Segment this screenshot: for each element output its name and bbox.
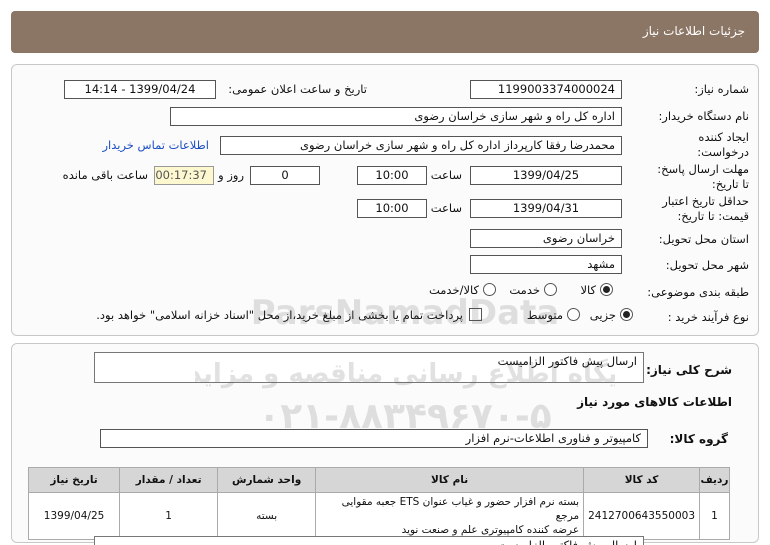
reply-deadline-label-line1: مهلت ارسال پاسخ:	[657, 162, 749, 176]
col-unit-header: واحد شمارش	[217, 467, 317, 493]
treasury-payment-note: پرداخت تمام یا بخشی از مبلغ خرید،از محل …	[96, 308, 463, 322]
category-goods-service-label: کالا/خدمت	[428, 283, 479, 297]
summary-field: ارسال پیش فاکتور الزامیست	[94, 352, 644, 383]
buyer-contact-link[interactable]: اطلاعات تماس خریدار	[102, 138, 209, 152]
days-label: روز و	[218, 168, 244, 182]
remaining-time-field: 00:17:37	[154, 166, 214, 185]
col-code-header: کد کالا	[583, 467, 700, 493]
category-service-radio[interactable]	[544, 283, 557, 296]
city-label: شهر محل تحویل:	[665, 258, 749, 272]
col-name-header: نام کالا	[315, 467, 585, 493]
remaining-time-label: ساعت باقی مانده	[62, 168, 148, 182]
announce-date-label: تاریخ و ساعت اعلان عمومی:	[228, 82, 367, 96]
col-qty-header: تعداد / مقدار	[119, 467, 219, 493]
province-field: خراسان رضوی	[470, 229, 622, 248]
goods-table: ردیف کد کالا نام کالا واحد شمارش تعداد /…	[27, 467, 730, 540]
validity-label-line2: قیمت: تا تاریخ:	[677, 209, 749, 223]
table-row: 1 2412700643550003 بسته نرم افزار حضور و…	[27, 492, 730, 540]
days-remaining-field: 0	[250, 166, 320, 185]
cell-unit: بسته	[217, 492, 317, 540]
category-label: طبقه بندی موضوعی:	[647, 285, 749, 299]
cell-date: 1399/04/25	[27, 492, 121, 540]
creator-field: محمدرضا رفقا کارپرداز اداره کل راه و شهر…	[220, 136, 622, 155]
buyer-field: اداره کل راه و شهر سازی خراسان رضوی	[170, 107, 622, 126]
cell-code: 2412700643550003	[583, 492, 700, 540]
announce-date-field: 1399/04/24 - 14:14	[64, 80, 216, 99]
reply-date-field: 1399/04/25	[470, 166, 622, 185]
page-header: جزئیات اطلاعات نیاز	[11, 11, 759, 53]
treasury-payment-checkbox[interactable]	[469, 308, 482, 321]
category-goods-label: کالا	[580, 283, 596, 297]
summary-label: شرح کلی نیاز:	[646, 363, 732, 377]
cell-name-line2: عرضه کننده کامپیوتری علم و صنعت نوید	[401, 524, 580, 536]
goods-group-label: گروه کالا:	[669, 432, 728, 446]
category-goods-service-radio[interactable]	[483, 283, 496, 296]
process-medium-label: متوسط	[526, 308, 563, 322]
process-type-label: نوع فرآیند خرید :	[667, 310, 749, 324]
page-title: جزئیات اطلاعات نیاز	[642, 24, 745, 38]
category-service-label: خدمت	[509, 283, 540, 297]
process-minor-radio[interactable]	[620, 308, 633, 321]
summary-field-repeat: ارسال پیش فاکتور الزامیست	[94, 536, 644, 545]
goods-info-title: اطلاعات کالاهای مورد نیاز	[577, 395, 732, 409]
province-label: استان محل تحویل:	[658, 232, 749, 246]
col-row-header: ردیف	[699, 467, 730, 493]
creator-label-line2: درخواست:	[697, 145, 749, 159]
reply-time-label: ساعت	[430, 168, 462, 182]
process-minor-label: جزیی	[589, 308, 616, 322]
reply-time-field: 10:00	[357, 166, 427, 185]
need-number-label: شماره نیاز:	[694, 82, 749, 96]
validity-label-line1: حداقل تاریخ اعتبار	[662, 194, 749, 208]
need-number-field: 1199003374000024	[470, 80, 622, 99]
cell-row: 1	[699, 492, 730, 540]
city-field: مشهد	[470, 255, 622, 274]
cell-name-line1: بسته نرم افزار حضور و غیاب عنوان ETS جعب…	[341, 496, 580, 522]
process-medium-radio[interactable]	[567, 308, 580, 321]
validity-time-label: ساعت	[430, 201, 462, 215]
cell-qty: 1	[119, 492, 219, 540]
buyer-label: نام دستگاه خریدار:	[658, 109, 749, 123]
creator-label-line1: ایجاد کننده	[698, 130, 749, 144]
col-date-header: تاریخ نیاز	[27, 467, 121, 493]
goods-group-field: کامپیوتر و فناوری اطلاعات-نرم افزار	[100, 429, 648, 448]
validity-time-field: 10:00	[357, 199, 427, 218]
goods-table-header: ردیف کد کالا نام کالا واحد شمارش تعداد /…	[27, 467, 730, 493]
reply-deadline-label-line2: تا تاریخ:	[711, 177, 749, 191]
cell-name: بسته نرم افزار حضور و غیاب عنوان ETS جعب…	[315, 492, 585, 540]
validity-date-field: 1399/04/31	[470, 199, 622, 218]
category-goods-radio[interactable]	[600, 283, 613, 296]
